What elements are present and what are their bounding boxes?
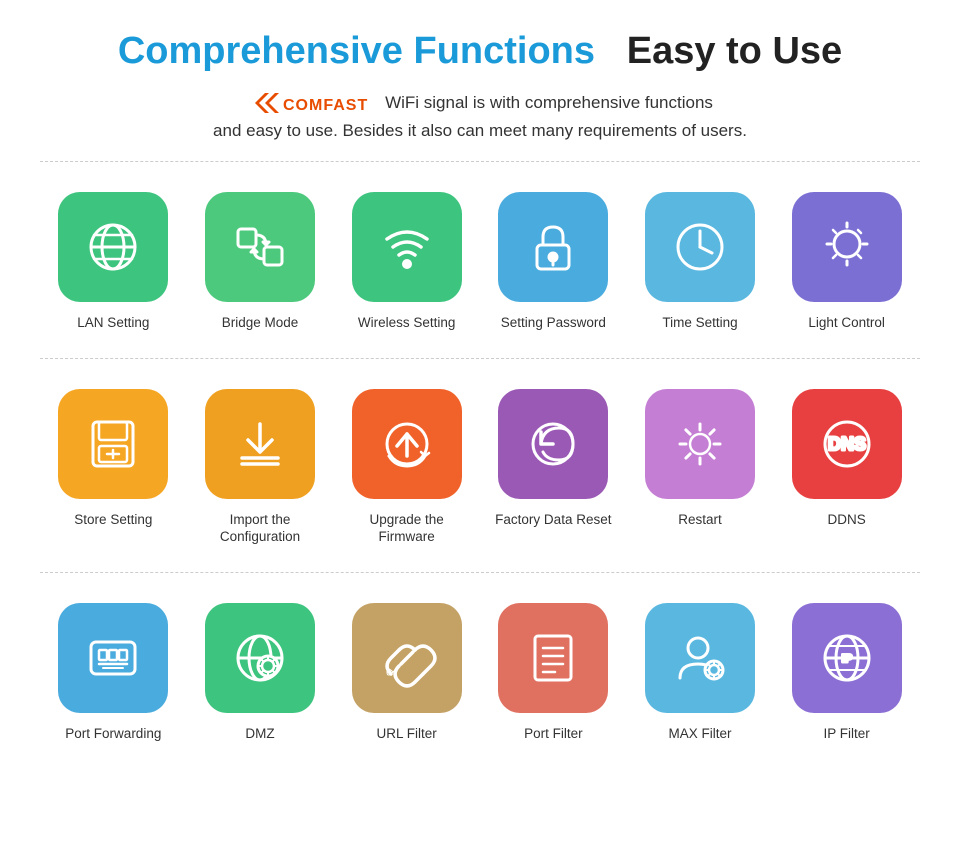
function-item-setting-password: Setting Password xyxy=(480,174,627,346)
function-item-upgrade-firmware: Upgrade the Firmware xyxy=(333,371,480,560)
max-filter-icon-bg xyxy=(645,603,755,713)
description-line2: and easy to use. Besides it also can mee… xyxy=(40,121,920,141)
dmz-icon-bg xyxy=(205,603,315,713)
port-forwarding-label: Port Forwarding xyxy=(65,725,161,743)
functions-row-3: Port Forwarding xyxy=(40,585,920,757)
restart-label: Restart xyxy=(678,511,722,529)
clock-icon xyxy=(670,217,730,277)
function-item-dmz: DMZ xyxy=(187,585,334,757)
ip-filter-icon-bg: IP xyxy=(792,603,902,713)
setting-password-label: Setting Password xyxy=(501,314,606,332)
ddns-icon-bg: DNS xyxy=(792,389,902,499)
svg-text:IP: IP xyxy=(841,653,851,665)
upgrade-icon xyxy=(377,414,437,474)
factory-reset-icon-bg xyxy=(498,389,608,499)
function-item-url-filter: URL Filter xyxy=(333,585,480,757)
link-icon xyxy=(377,628,437,688)
divider-row1 xyxy=(40,358,920,359)
header: Comprehensive Functions Easy to Use COMF… xyxy=(40,30,920,141)
function-item-bridge-mode: Bridge Mode xyxy=(187,174,334,346)
upgrade-firmware-icon-bg xyxy=(352,389,462,499)
brand-line: COMFAST WiFi signal is with comprehensiv… xyxy=(40,89,920,117)
function-item-time-setting: Time Setting xyxy=(627,174,774,346)
lan-setting-label: LAN Setting xyxy=(77,314,149,332)
ipglobe-icon: IP xyxy=(817,628,877,688)
wireless-setting-icon-bg xyxy=(352,192,462,302)
header-title: Comprehensive Functions Easy to Use xyxy=(40,30,920,73)
port-filter-icon-bg xyxy=(498,603,608,713)
bridge-mode-icon-bg xyxy=(205,192,315,302)
restart-icon-bg xyxy=(645,389,755,499)
port-forwarding-icon-bg xyxy=(58,603,168,713)
title-black: Easy to Use xyxy=(627,30,842,72)
function-item-ddns: DNS DDNS xyxy=(773,371,920,560)
import-config-icon-bg xyxy=(205,389,315,499)
store-setting-icon-bg xyxy=(58,389,168,499)
dns-icon: DNS xyxy=(817,414,877,474)
portfilter-icon xyxy=(523,628,583,688)
ip-filter-label: IP Filter xyxy=(824,725,870,743)
function-item-factory-reset: Factory Data Reset xyxy=(480,371,627,560)
function-item-light-control: Light Control xyxy=(773,174,920,346)
wifi-icon xyxy=(377,217,437,277)
dmz-icon xyxy=(230,628,290,688)
svg-text:DNS: DNS xyxy=(828,434,866,454)
lan-setting-icon-bg xyxy=(58,192,168,302)
light-control-label: Light Control xyxy=(808,314,885,332)
time-setting-label: Time Setting xyxy=(662,314,737,332)
max-filter-label: MAX Filter xyxy=(668,725,731,743)
bridge-icon xyxy=(230,217,290,277)
time-setting-icon-bg xyxy=(645,192,755,302)
port-filter-label: Port Filter xyxy=(524,725,583,743)
divider-row2 xyxy=(40,572,920,573)
restart-icon xyxy=(670,414,730,474)
function-item-wireless-setting: Wireless Setting xyxy=(333,174,480,346)
light-control-icon-bg xyxy=(792,192,902,302)
factory-reset-label: Factory Data Reset xyxy=(495,511,611,529)
divider-top xyxy=(40,161,920,162)
ddns-label: DDNS xyxy=(828,511,866,529)
title-blue: Comprehensive Functions xyxy=(118,30,595,72)
import-icon xyxy=(230,414,290,474)
globe-icon xyxy=(83,217,143,277)
function-item-import-config: Import the Configuration xyxy=(187,371,334,560)
userfilter-icon xyxy=(670,628,730,688)
functions-row-2: Store Setting Import the Configuration xyxy=(40,371,920,560)
function-item-lan-setting: LAN Setting xyxy=(40,174,187,346)
port-icon xyxy=(83,628,143,688)
history-icon xyxy=(523,414,583,474)
store-setting-label: Store Setting xyxy=(74,511,152,529)
url-filter-icon-bg xyxy=(352,603,462,713)
wireless-setting-label: Wireless Setting xyxy=(358,314,456,332)
function-item-port-filter: Port Filter xyxy=(480,585,627,757)
bulb-icon xyxy=(817,217,877,277)
upgrade-firmware-label: Upgrade the Firmware xyxy=(341,511,472,546)
svg-text:COMFAST: COMFAST xyxy=(283,97,368,114)
function-item-ip-filter: IP IP Filter xyxy=(773,585,920,757)
setting-password-icon-bg xyxy=(498,192,608,302)
import-config-label: Import the Configuration xyxy=(195,511,326,546)
bridge-mode-label: Bridge Mode xyxy=(222,314,299,332)
function-item-store-setting: Store Setting xyxy=(40,371,187,560)
dmz-label: DMZ xyxy=(245,725,274,743)
comfast-logo-svg: COMFAST xyxy=(247,89,377,117)
page-wrapper: Comprehensive Functions Easy to Use COMF… xyxy=(0,0,960,800)
lock-icon xyxy=(523,217,583,277)
functions-row-1: LAN Setting Bridge Mode xyxy=(40,174,920,346)
function-item-max-filter: MAX Filter xyxy=(627,585,774,757)
function-item-port-forwarding: Port Forwarding xyxy=(40,585,187,757)
function-item-restart: Restart xyxy=(627,371,774,560)
url-filter-label: URL Filter xyxy=(377,725,437,743)
floppy-icon xyxy=(83,414,143,474)
description-line1: WiFi signal is with comprehensive functi… xyxy=(385,93,713,113)
